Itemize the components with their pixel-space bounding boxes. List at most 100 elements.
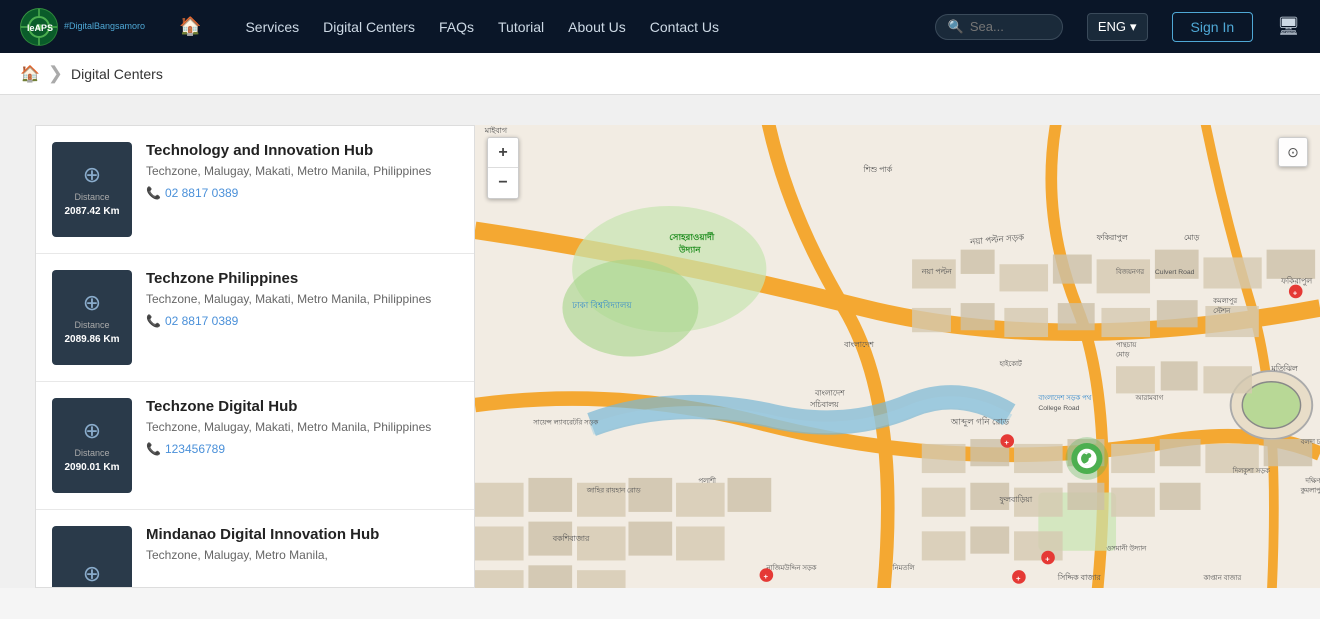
location-name-1: Techzone Philippines (146, 270, 458, 287)
location-icon-box-0: ⊕ Distance 2087.42 Km (52, 142, 132, 237)
nav-home[interactable]: 🏠 (169, 10, 211, 43)
search-input[interactable] (970, 19, 1050, 34)
svg-text:Culvert Road: Culvert Road (1155, 269, 1195, 276)
location-name-3: Mindanao Digital Innovation Hub (146, 526, 458, 543)
svg-text:শিশু পার্ক: শিশু পার্ক (863, 165, 893, 174)
phone-icon-0: 📞 (146, 186, 161, 200)
map[interactable]: নয়া পল্টন সড়ক ফকিরাপুল মোড় ফকিরাপুল ম… (475, 125, 1320, 588)
svg-text:আরামবাগ: আরামবাগ (1134, 395, 1163, 402)
signin-button[interactable]: Sign In (1172, 12, 1254, 42)
language-selector[interactable]: ENG ▾ (1087, 13, 1148, 41)
svg-text:College Road: College Road (1038, 405, 1079, 412)
list-item[interactable]: ⊕ Distance 2090.01 Km Techzone Digital H… (36, 382, 474, 510)
compass-button[interactable]: ⊙ (1278, 137, 1308, 167)
distance-value-2: 2090.01 Km (64, 462, 119, 473)
location-name-2: Techzone Digital Hub (146, 398, 458, 415)
location-icon-box-1: ⊕ Distance 2089.86 Km (52, 270, 132, 365)
monitor-icon[interactable]: 🖥 (1277, 16, 1300, 37)
svg-text:বাংলাদেশ: বাংলাদেশ (843, 340, 874, 349)
compass-icon: ⊙ (1287, 144, 1299, 161)
svg-text:নয়া পল্টন: নয়া পল্টন (921, 266, 952, 276)
phone-icon-1: 📞 (146, 314, 161, 328)
location-info-3: Mindanao Digital Innovation Hub Techzone… (146, 526, 458, 570)
location-icon-1: ⊕ (83, 290, 101, 316)
location-address-1: Techzone, Malugay, Makati, Metro Manila,… (146, 291, 458, 308)
svg-text:মোড়: মোড় (1116, 352, 1130, 359)
svg-text:বলদা চত্বর: বলদা চত্বর (1300, 439, 1320, 446)
svg-text:মাইবাগ: মাইবাগ (484, 126, 508, 135)
svg-text:দিলকুশা সড়ক: দিলকুশা সড়ক (1232, 467, 1270, 475)
search-icon: 🔍 (948, 19, 964, 35)
breadcrumb-separator: ❯ (48, 63, 63, 84)
svg-text:+: + (763, 572, 768, 581)
nav-link-contact-us[interactable]: Contact Us (640, 13, 729, 41)
svg-text:মতিঝিল: মতিঝিল (1270, 364, 1298, 373)
svg-text:আব্দুল গনি রোড: আব্দুল গনি রোড (950, 416, 1010, 427)
svg-text:ফুলবাড়িয়া: ফুলবাড়িয়া (998, 495, 1032, 504)
svg-text:+: + (1293, 288, 1298, 297)
svg-text:leAPS: leAPS (27, 23, 53, 33)
nav-links: Services Digital Centers FAQs Tutorial A… (235, 13, 910, 41)
distance-value-0: 2087.42 Km (64, 206, 119, 217)
zoom-in-button[interactable]: + (488, 138, 518, 168)
location-phone-1: 📞 02 8817 0389 (146, 314, 458, 328)
svg-text:সোহরাওয়ার্দী: সোহরাওয়ার্দী (669, 230, 714, 242)
svg-text:বাংলাদেশ: বাংলাদেশ (814, 388, 845, 397)
svg-text:+: + (1004, 438, 1009, 447)
svg-text:নাজিমউদ্দিন সড়ক: নাজিমউদ্দিন সড়ক (765, 563, 816, 572)
list-item[interactable]: ⊕ Distance 2089.86 Km Techzone Philippin… (36, 254, 474, 382)
svg-text:ফকিরাপুল: ফকিরাপুল (1096, 233, 1129, 242)
location-info-2: Techzone Digital Hub Techzone, Malugay, … (146, 398, 458, 456)
location-icon-2: ⊕ (83, 418, 101, 444)
zoom-out-button[interactable]: − (488, 168, 518, 198)
svg-text:দক্ষিণ: দক্ষিণ (1304, 477, 1320, 485)
list-item[interactable]: ⊕ Mindanao Digital Innovation Hub Techzo… (36, 510, 474, 588)
logo[interactable]: leAPS #DigitalBangsamoro (20, 8, 145, 46)
svg-text:মোড়: মোড় (1184, 233, 1200, 242)
phone-icon-2: 📞 (146, 442, 161, 456)
svg-text:উদ্যান: উদ্যান (678, 243, 701, 255)
location-address-0: Techzone, Malugay, Makati, Metro Manila,… (146, 163, 458, 180)
breadcrumb: 🏠 ❯ Digital Centers (0, 53, 1320, 95)
svg-text:কুমলাপুর: কুমলাপুর (1300, 487, 1320, 494)
svg-text:বাংলাদেশ সড়ক পথ: বাংলাদেশ সড়ক পথ (1037, 395, 1091, 402)
lang-label: ENG (1098, 19, 1126, 34)
search-box[interactable]: 🔍 (935, 14, 1063, 40)
location-icon-box-2: ⊕ Distance 2090.01 Km (52, 398, 132, 493)
nav-link-faqs[interactable]: FAQs (429, 13, 484, 41)
distance-label-2: Distance (74, 448, 109, 458)
location-icon-box-3: ⊕ (52, 526, 132, 588)
distance-value-1: 2089.86 Km (64, 334, 119, 345)
main-content: ⊕ Distance 2087.42 Km Technology and Inn… (0, 95, 1320, 588)
location-phone-2: 📞 123456789 (146, 442, 458, 456)
location-address-3: Techzone, Malugay, Metro Manila, (146, 547, 458, 564)
location-info-0: Technology and Innovation Hub Techzone, … (146, 142, 458, 200)
location-icon-0: ⊕ (83, 162, 101, 188)
svg-text:হাইকোর্ট: হাইকোর্ট (998, 359, 1021, 368)
breadcrumb-home[interactable]: 🏠 (20, 64, 40, 84)
chevron-down-icon: ▾ (1130, 19, 1137, 35)
distance-label-1: Distance (74, 320, 109, 330)
map-svg: নয়া পল্টন সড়ক ফকিরাপুল মোড় ফকিরাপুল ম… (475, 125, 1320, 588)
svg-text:ওসমানী উদ্যান: ওসমানী উদ্যান (1106, 544, 1147, 553)
location-list: ⊕ Distance 2087.42 Km Technology and Inn… (35, 125, 475, 588)
nav-link-digital-centers[interactable]: Digital Centers (313, 13, 425, 41)
svg-text:জাহির রায়হান রোড: জাহির রায়হান রোড (586, 486, 642, 494)
nav-link-about-us[interactable]: About Us (558, 13, 636, 41)
svg-text:বিজয়নগর: বিজয়নগর (1115, 268, 1144, 276)
svg-text:স্টেশন: স্টেশন (1213, 306, 1231, 315)
nav-link-tutorial[interactable]: Tutorial (488, 13, 554, 41)
svg-text:সচিবালয়: সচিবালয় (809, 400, 839, 409)
svg-text:ঢাকা বিশ্ববিদ্যালয়: ঢাকা বিশ্ববিদ্যালয় (571, 300, 632, 310)
svg-text:বকশিবাজার: বকশিবাজার (552, 534, 590, 543)
svg-text:সায়েন্স ল্যাবরেটরি সড়ক: সায়েন্স ল্যাবরেটরি সড়ক (532, 417, 598, 426)
location-name-0: Technology and Innovation Hub (146, 142, 458, 159)
svg-text:নিমতলি: নিমতলি (892, 564, 916, 572)
location-address-2: Techzone, Malugay, Makati, Metro Manila,… (146, 419, 458, 436)
list-item[interactable]: ⊕ Distance 2087.42 Km Technology and Inn… (36, 126, 474, 254)
breadcrumb-current: Digital Centers (71, 66, 163, 82)
nav-link-services[interactable]: Services (235, 13, 309, 41)
svg-text:+: + (1045, 554, 1050, 563)
navbar: leAPS #DigitalBangsamoro 🏠 Services Digi… (0, 0, 1320, 53)
svg-text:ফকিরাপুল: ফকিরাপুল (1280, 277, 1313, 286)
